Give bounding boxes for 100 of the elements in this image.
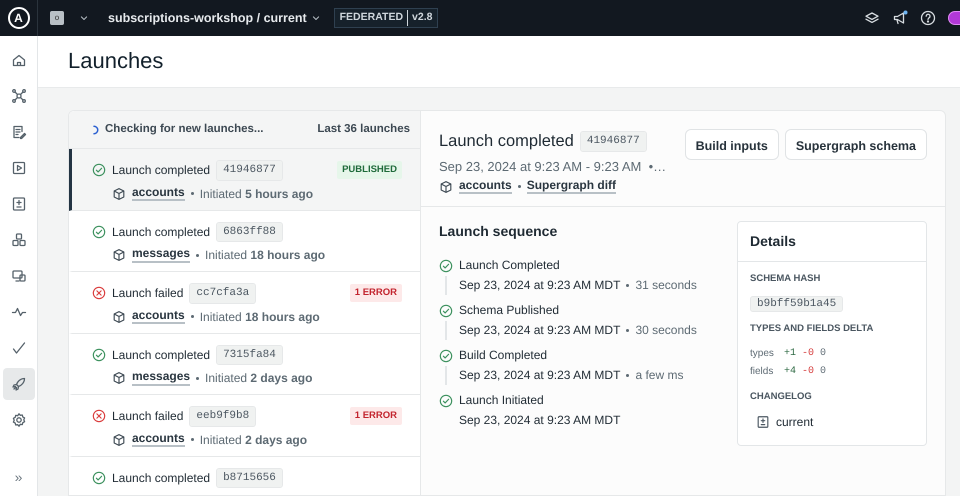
details-title: Details bbox=[738, 222, 926, 262]
org-avatar[interactable]: o bbox=[50, 11, 64, 25]
cube-icon bbox=[112, 310, 126, 324]
success-check-icon bbox=[92, 163, 106, 178]
step-time: Sep 23, 2024 at 9:23 AM MDT bbox=[459, 412, 620, 430]
launch-list-item[interactable]: Launch failed eeb9f9b8 accounts Initiated 2 days ago 1 ERROR bbox=[69, 395, 420, 456]
status-badge: 1 ERROR bbox=[350, 407, 402, 426]
launch-hash: cc7cfa3a bbox=[189, 283, 256, 304]
initiated-time: Initiated 18 hours ago bbox=[205, 247, 326, 264]
step-duration: 31 seconds bbox=[635, 277, 697, 294]
separator-dot-icon bbox=[196, 254, 200, 256]
action-button[interactable]: Build inputs bbox=[684, 129, 779, 160]
error-x-icon bbox=[92, 409, 106, 424]
status-badge: 1 ERROR bbox=[350, 284, 402, 302]
launch-title: Launch completed bbox=[439, 131, 574, 152]
separator-dot-icon bbox=[518, 185, 521, 188]
field-label: CHANGELOG bbox=[750, 390, 813, 404]
page-title: Launches bbox=[68, 48, 164, 75]
loading-status: Checking for new launches... bbox=[105, 122, 264, 137]
sidebar-nav-item[interactable] bbox=[2, 368, 34, 400]
launch-hash: 6863ff88 bbox=[216, 222, 283, 242]
schema-hash: b9bff59b1a45 bbox=[750, 296, 844, 312]
initiated-time: Initiated 2 days ago bbox=[200, 432, 308, 448]
changelog-entry[interactable]: current bbox=[776, 412, 814, 431]
settings-icon bbox=[10, 412, 26, 428]
step-duration: 30 seconds bbox=[635, 322, 697, 340]
launch-list-item[interactable]: Launch failed cc7cfa3a accounts Initiated 18 hours ago 1 ERROR bbox=[69, 272, 420, 334]
subgraph-link[interactable]: accounts bbox=[132, 308, 185, 324]
separator-dot-icon bbox=[626, 284, 630, 287]
cube-icon bbox=[439, 180, 453, 194]
launch-hash: eeb9f9b8 bbox=[189, 406, 256, 426]
cube-icon bbox=[112, 186, 126, 200]
step-time: Sep 23, 2024 at 9:23 AM MDT bbox=[459, 277, 620, 294]
play-square-icon bbox=[10, 160, 26, 176]
launch-hash: 41946877 bbox=[216, 160, 283, 180]
success-check-icon bbox=[439, 304, 453, 318]
subgraph-link[interactable]: messages bbox=[132, 370, 190, 386]
supergraph-diff-link[interactable]: Supergraph diff bbox=[526, 179, 616, 194]
collapse-toggle[interactable]: » bbox=[2, 461, 34, 493]
cube-icon bbox=[112, 371, 126, 385]
delta-unchanged: 0 bbox=[820, 364, 826, 379]
delta-label: types bbox=[750, 346, 775, 361]
status-badge: PUBLISHED bbox=[337, 161, 402, 180]
launch-status-title: Launch completed bbox=[112, 162, 210, 180]
megaphone-icon[interactable] bbox=[892, 10, 908, 26]
delta-removed: -0 bbox=[802, 364, 814, 379]
avatar[interactable] bbox=[948, 11, 960, 25]
launch-list-item[interactable]: Launch completed 41946877 accounts Initiated 5 hours ago PUBLISHED bbox=[69, 149, 420, 210]
launch-hash: 7315fa84 bbox=[216, 344, 283, 365]
separator-dot-icon bbox=[196, 376, 200, 380]
launch-status-title: Launch completed bbox=[112, 346, 210, 364]
launch-status-title: Launch completed bbox=[112, 470, 210, 487]
checkmark-icon bbox=[10, 340, 26, 356]
field-label: TYPES AND FIELDS DELTA bbox=[750, 322, 874, 336]
launch-list-item[interactable]: Launch completed 6863ff88 messages Initiated 18 hours ago bbox=[69, 210, 420, 272]
delta-removed: -0 bbox=[802, 346, 814, 361]
success-check-icon bbox=[92, 224, 106, 239]
step-title: Build Completed bbox=[459, 347, 548, 364]
success-check-icon bbox=[439, 394, 453, 408]
success-check-icon bbox=[92, 348, 106, 362]
success-check-icon bbox=[439, 349, 453, 364]
layers-icon[interactable] bbox=[864, 10, 880, 26]
launch-hash: b8715656 bbox=[216, 468, 283, 488]
separator-dot-icon bbox=[190, 315, 194, 318]
help-icon[interactable] bbox=[920, 10, 936, 26]
delta-added: +1 bbox=[784, 346, 796, 361]
diff-document-icon bbox=[756, 414, 770, 429]
graph-nodes-icon bbox=[10, 88, 26, 104]
logo[interactable]: A bbox=[8, 7, 30, 29]
field-label: SCHEMA HASH bbox=[750, 272, 822, 286]
cubes-icon bbox=[10, 232, 26, 248]
project-name[interactable]: subscriptions-workshop / current bbox=[108, 8, 307, 28]
subgraph-link[interactable]: accounts bbox=[132, 432, 185, 448]
house-icon bbox=[10, 52, 26, 68]
launch-time-range: Sep 23, 2024 at 9:23 AM - 9:23 AM •… bbox=[439, 158, 666, 176]
cube-icon bbox=[112, 432, 126, 446]
subgraph-link[interactable]: accounts bbox=[132, 186, 185, 202]
step-duration: a few ms bbox=[635, 367, 684, 384]
launch-status-title: Launch failed bbox=[112, 408, 184, 426]
launch-list-item[interactable]: Launch completed b8715656 bbox=[69, 456, 420, 495]
step-time: Sep 23, 2024 at 9:23 AM MDT bbox=[459, 367, 620, 384]
action-button[interactable]: Supergraph schema bbox=[784, 129, 927, 160]
subgraph-link[interactable]: accounts bbox=[459, 179, 512, 194]
launch-list-item[interactable]: Launch completed 7315fa84 messages Initiated 2 days ago bbox=[69, 334, 420, 395]
success-check-icon bbox=[439, 259, 453, 274]
delta-label: fields bbox=[750, 364, 774, 379]
monitor-icon bbox=[10, 268, 26, 284]
delta-unchanged: 0 bbox=[820, 346, 826, 361]
success-check-icon bbox=[92, 470, 106, 485]
separator-dot-icon bbox=[626, 328, 630, 332]
launch-count: Last 36 launches bbox=[317, 122, 410, 137]
step-time: Sep 23, 2024 at 9:23 AM MDT bbox=[459, 322, 620, 340]
cube-icon bbox=[112, 248, 126, 262]
launch-hash: 41946877 bbox=[580, 131, 647, 152]
step-title: Schema Published bbox=[459, 302, 560, 320]
launch-status-title: Launch failed bbox=[112, 285, 184, 302]
version-label: v2.8 bbox=[412, 10, 432, 26]
initiated-time: Initiated 2 days ago bbox=[205, 370, 312, 387]
subgraph-link[interactable]: messages bbox=[132, 247, 190, 263]
delta-added: +4 bbox=[784, 364, 796, 379]
